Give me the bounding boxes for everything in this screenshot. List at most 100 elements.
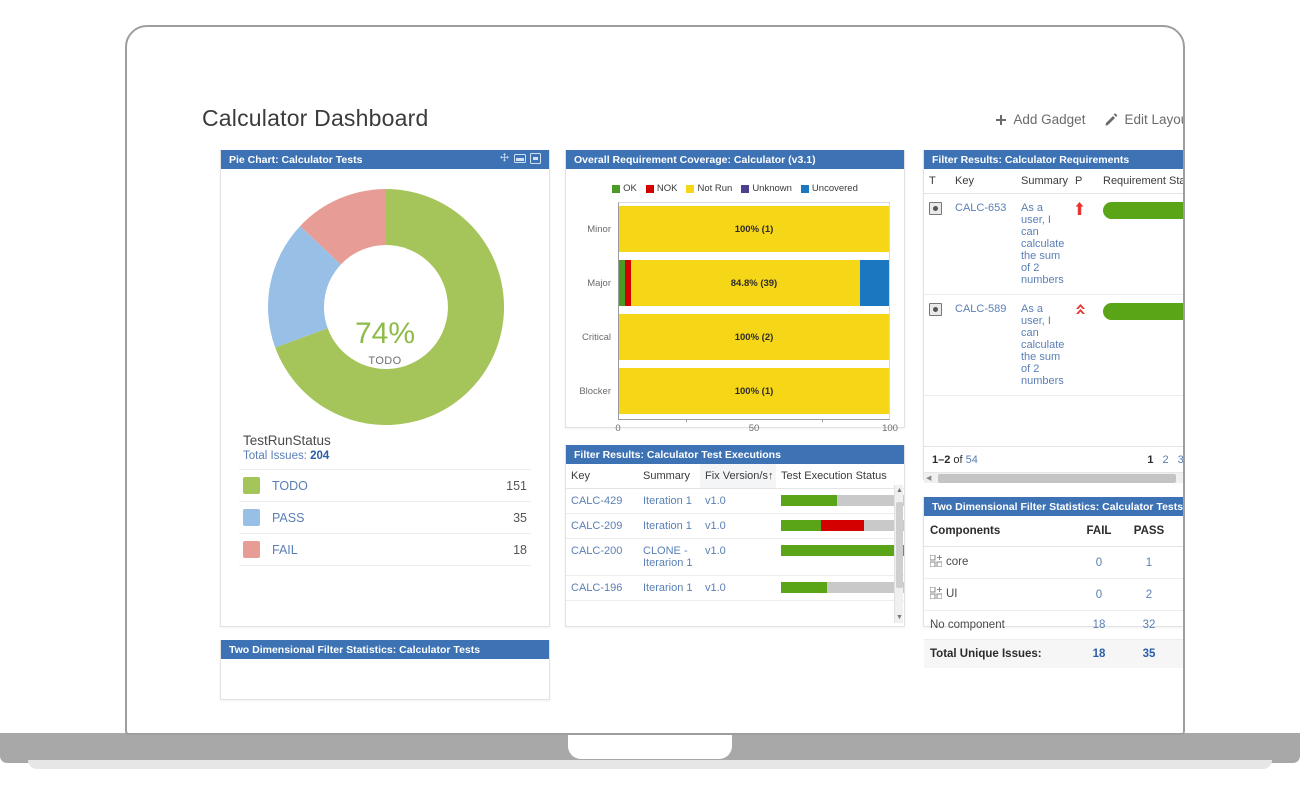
pie-legend-row-pass[interactable]: PASS 35	[239, 501, 531, 533]
gadget-coverage-body: OK NOK Not Run Unknown Uncovered Minor	[566, 169, 904, 439]
twod-nocomp-t[interactable]: 1	[1174, 611, 1185, 640]
exec-summary-1[interactable]: Iteration 1	[638, 514, 700, 539]
scroll-up-icon[interactable]: ▲	[896, 486, 903, 495]
scroll-down-icon[interactable]: ▼	[896, 613, 903, 622]
coverage-label-minor: Minor	[569, 224, 619, 235]
req-col-priority[interactable]: P	[1070, 169, 1098, 194]
twod-core-pass[interactable]: 1	[1124, 547, 1174, 579]
twod-table: Components FAIL PASS T	[924, 516, 1185, 668]
req-col-type[interactable]: T	[924, 169, 950, 194]
req-key-0[interactable]: CALC-653	[950, 194, 1016, 295]
twod-row-core: core	[924, 547, 1074, 579]
gadget-two-dimensional-stats-right: Two Dimensional Filter Statistics: Calcu…	[923, 497, 1185, 627]
donut-chart: 74% TODO	[221, 169, 549, 427]
twod-col-t[interactable]: T	[1174, 516, 1185, 547]
exec-fix-2[interactable]: v1.0	[700, 539, 776, 576]
exec-summary-0[interactable]: Iteration 1	[638, 489, 700, 514]
table-row[interactable]: CALC-589 As a user, I can calculate the …	[924, 295, 1185, 396]
twod-nocomp-pass[interactable]: 32	[1124, 611, 1174, 640]
twod-ui-pass[interactable]: 2	[1124, 579, 1174, 611]
legend-item-ok[interactable]: OK	[612, 183, 637, 194]
table-row[interactable]: CALC-200 CLONE - Iterarion 1 v1.0	[566, 539, 904, 576]
twod-col-fail[interactable]: FAIL	[1074, 516, 1124, 547]
req-horizontal-scrollbar[interactable]: ◀	[924, 472, 1185, 483]
req-col-status[interactable]: Requirement Status	[1098, 169, 1185, 194]
move-icon[interactable]	[499, 153, 510, 167]
gadget-2d-left-header: Two Dimensional Filter Statistics: Calcu…	[221, 640, 549, 659]
req-col-key[interactable]: Key	[950, 169, 1016, 194]
exec-summary-2[interactable]: CLONE - Iterarion 1	[638, 539, 700, 576]
coverage-x-axis: 0 50 100	[618, 423, 890, 439]
donut-svg	[221, 169, 551, 427]
twod-ui-fail[interactable]: 0	[1074, 579, 1124, 611]
pie-legend-row-todo[interactable]: TODO 151	[239, 469, 531, 501]
coverage-bar-major[interactable]: Major 84.8% (39)	[619, 260, 889, 306]
add-gadget-button[interactable]: Add Gadget	[995, 112, 1085, 127]
twod-label-ui: UI	[946, 588, 958, 600]
page-link-2[interactable]: 2	[1163, 454, 1169, 466]
req-summary-1[interactable]: As a user, I can calculate the sum of 2 …	[1016, 295, 1070, 396]
screenshot-stage: Calculator Dashboard Add Gadget Edit Lay…	[0, 0, 1300, 790]
table-row[interactable]: No component 18 32 1	[924, 611, 1185, 640]
req-range: 1–2	[932, 454, 950, 466]
exec-key-1[interactable]: CALC-209	[566, 514, 638, 539]
table-row[interactable]: CALC-196 Iterarion 1 v1.0	[566, 576, 904, 601]
req-range-summary: 1–2 of 54	[932, 454, 1147, 466]
exec-fix-1[interactable]: v1.0	[700, 514, 776, 539]
coverage-bar-minor[interactable]: Minor 100% (1)	[619, 206, 889, 252]
exec-col-key[interactable]: Key	[566, 464, 638, 489]
twod-ui-t[interactable]: 1	[1174, 579, 1185, 611]
story-icon	[929, 303, 942, 316]
req-hscroll-thumb[interactable]	[938, 474, 1176, 483]
table-row[interactable]: CALC-653 As a user, I can calculate the …	[924, 194, 1185, 295]
status-bar-green	[781, 582, 827, 593]
twod-core-fail[interactable]: 0	[1074, 547, 1124, 579]
exec-col-fixversion[interactable]: Fix Version/s↑	[700, 464, 776, 489]
legend-item-notrun[interactable]: Not Run	[686, 183, 732, 194]
table-row[interactable]: core 0 1 1	[924, 547, 1185, 579]
twod-row-nocomponent: No component	[924, 611, 1074, 640]
options-icon[interactable]	[530, 153, 541, 167]
legend-item-uncovered[interactable]: Uncovered	[801, 183, 858, 194]
legend-label-ok: OK	[623, 183, 637, 194]
swatch-pass	[243, 509, 260, 526]
exec-summary-3[interactable]: Iterarion 1	[638, 576, 700, 601]
exec-key-3[interactable]: CALC-196	[566, 576, 638, 601]
exec-col-fixversion-label: Fix Version/s	[705, 470, 768, 482]
twod-header-row: Components FAIL PASS T	[924, 516, 1185, 547]
page-link-3[interactable]: 3	[1178, 454, 1184, 466]
twod-nocomp-fail[interactable]: 18	[1074, 611, 1124, 640]
table-row[interactable]: CALC-429 Iteration 1 v1.0	[566, 489, 904, 514]
pie-legend-row-fail[interactable]: FAIL 18	[239, 533, 531, 566]
req-col-summary[interactable]: Summary	[1016, 169, 1070, 194]
exec-status-0	[776, 489, 904, 514]
exec-fix-0[interactable]: v1.0	[700, 489, 776, 514]
coverage-bar-critical[interactable]: Critical 100% (2)	[619, 314, 889, 360]
req-table-header-row: T Key Summary P Requirement Status	[924, 169, 1185, 194]
gadget-2d-right-header: Two Dimensional Filter Statistics: Calcu…	[924, 497, 1185, 516]
table-row[interactable]: CALC-209 Iteration 1 v1.0	[566, 514, 904, 539]
page-link-1[interactable]: 1	[1147, 454, 1153, 466]
exec-vertical-scrollbar[interactable]: ▲ ▼	[894, 485, 903, 623]
exec-fix-3[interactable]: v1.0	[700, 576, 776, 601]
twod-core-t[interactable]: 1	[1174, 547, 1185, 579]
exec-key-0[interactable]: CALC-429	[566, 489, 638, 514]
coverage-bar-blocker[interactable]: Blocker 100% (1)	[619, 368, 889, 414]
minimize-icon[interactable]	[514, 153, 526, 167]
twod-col-pass[interactable]: PASS	[1124, 516, 1174, 547]
legend-label-unknown: Unknown	[752, 183, 792, 194]
exec-key-2[interactable]: CALC-200	[566, 539, 638, 576]
edit-layout-button[interactable]: Edit Layout	[1105, 112, 1185, 127]
pie-legend-value-fail: 18	[513, 543, 527, 557]
table-row[interactable]: UI 0 2 1	[924, 579, 1185, 611]
legend-item-unknown[interactable]: Unknown	[741, 183, 792, 194]
exec-scroll-thumb[interactable]	[896, 502, 903, 588]
exec-col-summary[interactable]: Summary	[638, 464, 700, 489]
coverage-plot: Minor 100% (1) Major 8	[618, 202, 890, 420]
scroll-left-icon[interactable]: ◀	[926, 473, 931, 484]
req-summary-0[interactable]: As a user, I can calculate the sum of 2 …	[1016, 194, 1070, 295]
legend-item-nok[interactable]: NOK	[646, 183, 678, 194]
exec-col-status[interactable]: Test Execution Status	[776, 464, 904, 489]
req-key-1[interactable]: CALC-589	[950, 295, 1016, 396]
coverage-seg-major-uncovered	[860, 260, 889, 306]
